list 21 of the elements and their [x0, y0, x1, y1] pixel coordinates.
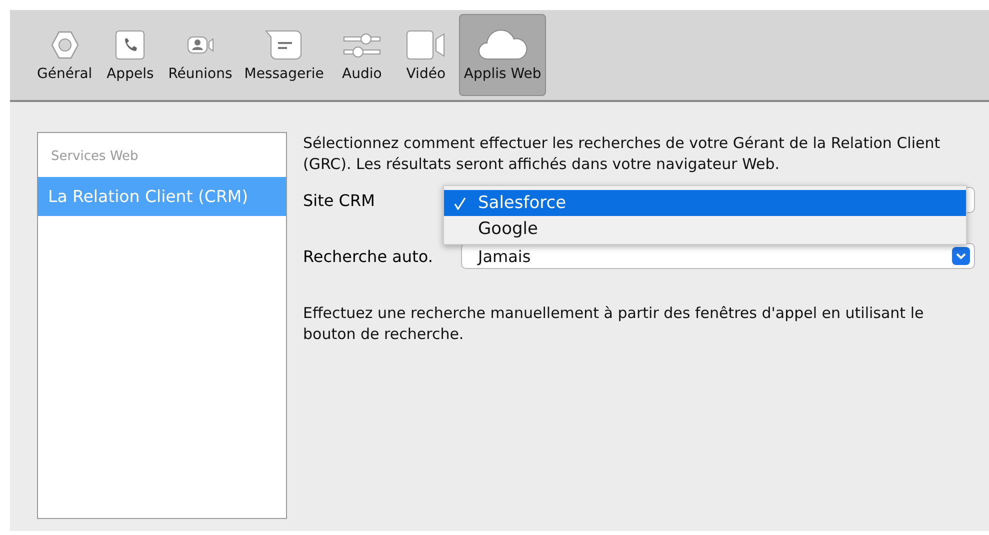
auto-search-dropdown[interactable]: Jamais [461, 243, 975, 269]
description-text: Sélectionnez comment effectuer les recherches de votre Gérant de la Relation Client (GRC). Les résultats seront affichés dans votre navigateur Web. [303, 133, 942, 175]
toolbar-tab[interactable]: Applis Web [458, 14, 546, 96]
sidebar-header: Services Web [50, 148, 140, 166]
toolbar-tab[interactable]: Appels [99, 14, 162, 96]
crm-site-label: Site CRM [303, 190, 376, 210]
phone-icon [113, 29, 148, 61]
note-text: Effectuez une recherche manuellement à partir des fenêtres d'appel en utilisant le bouton de recherche. [303, 303, 925, 345]
checkmark-icon [454, 196, 466, 210]
chevron-icon [952, 247, 970, 265]
toolbar-tab[interactable]: Messagerie [239, 14, 329, 96]
video-camera-icon [404, 29, 447, 61]
toolbar-tab[interactable]: Vidéo [394, 14, 457, 96]
menu-item[interactable]: Google [444, 216, 966, 242]
menu-item[interactable]: Salesforce [444, 190, 966, 216]
toolbar-tab[interactable]: Audio [330, 14, 393, 96]
auto-search-label: Recherche auto. [303, 246, 434, 266]
cloud-icon [476, 29, 529, 61]
toolbar-tab[interactable]: Général [32, 14, 98, 96]
toolbar-tab[interactable]: Réunions [163, 14, 238, 96]
chat-icon [264, 29, 304, 61]
